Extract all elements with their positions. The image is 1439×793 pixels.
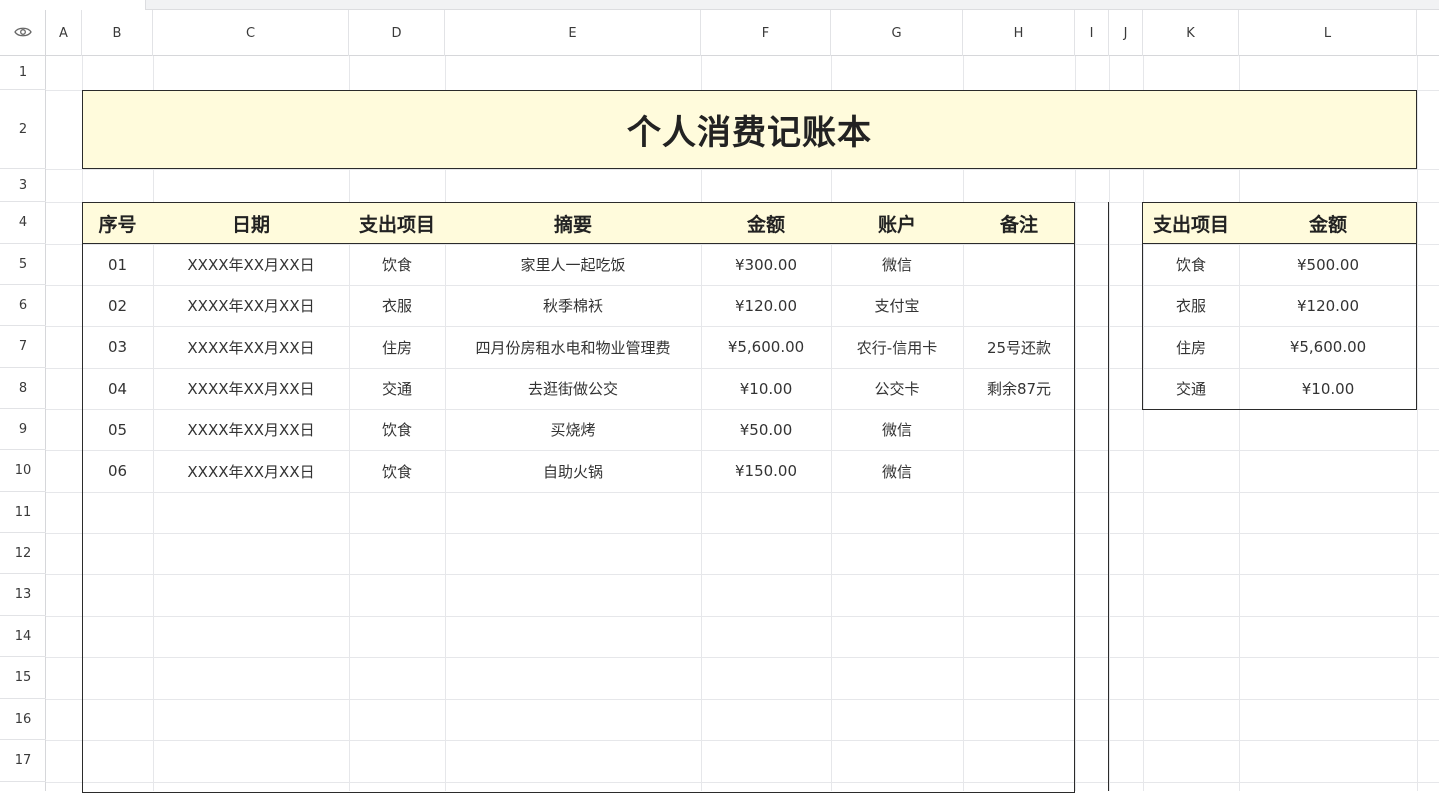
row-header-13[interactable]: 13 bbox=[0, 574, 46, 616]
expense-header-cell[interactable]: 序号 bbox=[82, 203, 153, 243]
expense-cell[interactable]: 06 bbox=[82, 450, 153, 492]
row-header-6[interactable]: 6 bbox=[0, 285, 46, 326]
expense-header-cell[interactable]: 支出项目 bbox=[349, 203, 445, 243]
sheet-tab-strip bbox=[0, 0, 1439, 10]
summary-cell[interactable]: 交通 bbox=[1143, 368, 1239, 409]
expense-cell[interactable]: 微信 bbox=[831, 244, 963, 285]
summary-cell[interactable]: ¥10.00 bbox=[1239, 368, 1417, 409]
expense-cell[interactable]: 公交卡 bbox=[831, 368, 963, 409]
expense-cell[interactable]: 剩余87元 bbox=[963, 368, 1075, 409]
column-header-k[interactable]: K bbox=[1143, 10, 1239, 56]
column-header-l[interactable]: L bbox=[1239, 10, 1417, 56]
row-header-5[interactable]: 5 bbox=[0, 244, 46, 285]
eye-icon[interactable] bbox=[13, 23, 32, 42]
expense-cell[interactable]: 四月份房租水电和物业管理费 bbox=[445, 326, 701, 368]
grid-row-line bbox=[46, 169, 1439, 170]
expense-header-cell[interactable]: 日期 bbox=[153, 203, 349, 243]
expense-cell[interactable]: 家里人一起吃饭 bbox=[445, 244, 701, 285]
expense-cell[interactable]: ¥300.00 bbox=[701, 244, 831, 285]
expense-cell[interactable]: ¥50.00 bbox=[701, 409, 831, 450]
expense-cell[interactable] bbox=[963, 285, 1075, 326]
expense-cell[interactable]: 去逛街做公交 bbox=[445, 368, 701, 409]
expense-cell[interactable]: XXXX年XX月XX日 bbox=[153, 285, 349, 326]
expense-cell[interactable]: 农行-信用卡 bbox=[831, 326, 963, 368]
column-header-j[interactable]: J bbox=[1109, 10, 1143, 56]
column-header-e[interactable]: E bbox=[445, 10, 701, 56]
summary-cell[interactable]: ¥500.00 bbox=[1239, 244, 1417, 285]
expense-cell[interactable]: 微信 bbox=[831, 409, 963, 450]
column-header-h[interactable]: H bbox=[963, 10, 1075, 56]
summary-cell[interactable]: 住房 bbox=[1143, 326, 1239, 368]
expense-cell[interactable]: XXXX年XX月XX日 bbox=[153, 368, 349, 409]
expense-cell[interactable]: 饮食 bbox=[349, 409, 445, 450]
row-header-2[interactable]: 2 bbox=[0, 90, 46, 169]
summary-cell[interactable]: 饮食 bbox=[1143, 244, 1239, 285]
summary-cell[interactable]: ¥120.00 bbox=[1239, 285, 1417, 326]
expense-cell[interactable]: 自助火锅 bbox=[445, 450, 701, 492]
column-j-border bbox=[1108, 202, 1109, 791]
expense-header-cell[interactable]: 账户 bbox=[831, 203, 963, 243]
summary-cell[interactable]: 衣服 bbox=[1143, 285, 1239, 326]
row-header-1[interactable]: 1 bbox=[0, 56, 46, 90]
row-header-7[interactable]: 7 bbox=[0, 326, 46, 368]
select-all-corner[interactable] bbox=[0, 10, 46, 56]
expense-cell[interactable]: XXXX年XX月XX日 bbox=[153, 450, 349, 492]
expense-cell[interactable]: 03 bbox=[82, 326, 153, 368]
expense-header-cell[interactable]: 备注 bbox=[963, 203, 1075, 243]
summary-header-cell[interactable]: 支出项目 bbox=[1143, 203, 1239, 243]
column-header-a[interactable]: A bbox=[46, 10, 82, 56]
expense-cell[interactable] bbox=[963, 409, 1075, 450]
expense-cell[interactable]: ¥150.00 bbox=[701, 450, 831, 492]
row-header-8[interactable]: 8 bbox=[0, 368, 46, 409]
expense-cell[interactable]: 住房 bbox=[349, 326, 445, 368]
expense-cell[interactable]: 秋季棉袄 bbox=[445, 285, 701, 326]
expense-cell[interactable]: 05 bbox=[82, 409, 153, 450]
expense-cell[interactable]: 衣服 bbox=[349, 285, 445, 326]
expense-cell[interactable]: ¥10.00 bbox=[701, 368, 831, 409]
column-header-f[interactable]: F bbox=[701, 10, 831, 56]
expense-cell[interactable]: 饮食 bbox=[349, 244, 445, 285]
row-header-3[interactable]: 3 bbox=[0, 169, 46, 202]
expense-cell[interactable]: ¥5,600.00 bbox=[701, 326, 831, 368]
expense-cell[interactable]: 买烧烤 bbox=[445, 409, 701, 450]
column-header-d[interactable]: D bbox=[349, 10, 445, 56]
row-header-4[interactable]: 4 bbox=[0, 202, 46, 244]
expense-header-cell[interactable]: 摘要 bbox=[445, 203, 701, 243]
expense-cell[interactable]: 25号还款 bbox=[963, 326, 1075, 368]
row-header-15[interactable]: 15 bbox=[0, 657, 46, 699]
expense-cell[interactable] bbox=[963, 244, 1075, 285]
column-header-g[interactable]: G bbox=[831, 10, 963, 56]
column-header-b[interactable]: B bbox=[82, 10, 153, 56]
column-header-i[interactable]: I bbox=[1075, 10, 1109, 56]
expense-cell[interactable]: 支付宝 bbox=[831, 285, 963, 326]
expense-cell[interactable]: ¥120.00 bbox=[701, 285, 831, 326]
row-header-12[interactable]: 12 bbox=[0, 533, 46, 574]
expense-cell[interactable] bbox=[963, 450, 1075, 492]
row-header-9[interactable]: 9 bbox=[0, 409, 46, 450]
row-header-10[interactable]: 10 bbox=[0, 450, 46, 492]
expense-cell[interactable]: XXXX年XX月XX日 bbox=[153, 409, 349, 450]
column-header-c[interactable]: C bbox=[153, 10, 349, 56]
expense-cell[interactable]: 01 bbox=[82, 244, 153, 285]
summary-cell[interactable]: ¥5,600.00 bbox=[1239, 326, 1417, 368]
expense-cell[interactable]: XXXX年XX月XX日 bbox=[153, 326, 349, 368]
summary-header-cell[interactable]: 金额 bbox=[1239, 203, 1417, 243]
row-header-14[interactable]: 14 bbox=[0, 616, 46, 657]
row-header-16[interactable]: 16 bbox=[0, 699, 46, 740]
expense-cell[interactable]: 交通 bbox=[349, 368, 445, 409]
expense-cell[interactable]: 02 bbox=[82, 285, 153, 326]
expense-cell[interactable]: 04 bbox=[82, 368, 153, 409]
expense-cell[interactable]: 饮食 bbox=[349, 450, 445, 492]
sheet-tab[interactable] bbox=[0, 0, 146, 10]
expense-cell[interactable]: XXXX年XX月XX日 bbox=[153, 244, 349, 285]
expense-header-cell[interactable]: 金额 bbox=[701, 203, 831, 243]
row-header-11[interactable]: 11 bbox=[0, 492, 46, 533]
expense-cell[interactable]: 微信 bbox=[831, 450, 963, 492]
row-header-17[interactable]: 17 bbox=[0, 740, 46, 782]
page-title[interactable]: 个人消费记账本 bbox=[82, 90, 1417, 169]
grid-column-line bbox=[1417, 56, 1418, 791]
